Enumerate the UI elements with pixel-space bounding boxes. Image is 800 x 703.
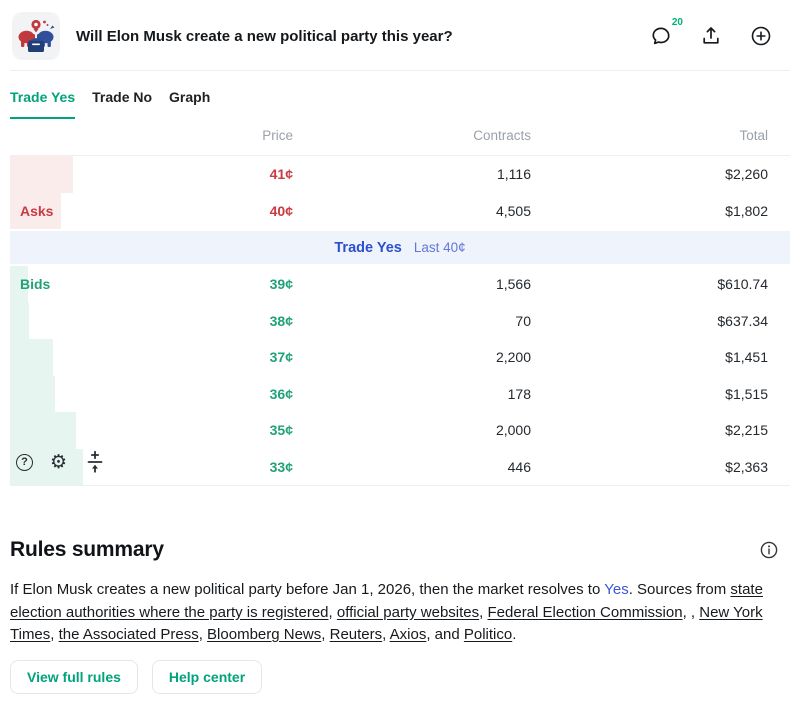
contracts-cell: 178 [293, 386, 531, 402]
rules-text-fragment: , [329, 604, 337, 621]
rules-source-link[interactable]: Reuters [330, 626, 383, 643]
contracts-cell: 1,116 [293, 166, 531, 182]
price-cell: 40¢ [10, 203, 293, 219]
orderbook-tools: ? ⚙ [16, 450, 106, 474]
asks-rows: 41¢1,116$2,260Asks40¢4,505$1,802 [0, 156, 800, 229]
total-cell: $2,260 [531, 166, 768, 182]
gear-icon: ⚙ [50, 453, 67, 472]
precision-toggle-button[interactable] [84, 450, 106, 474]
ask-row[interactable]: 41¢1,116$2,260 [10, 156, 790, 193]
last-trade-row: Trade Yes Last 40¢ [10, 231, 790, 264]
tab-trade-no[interactable]: Trade No [92, 89, 152, 119]
market-thumbnail-icon [12, 12, 60, 60]
add-to-watchlist-button[interactable] [750, 25, 772, 47]
question-mark-icon: ? [16, 454, 33, 471]
market-question-title: Will Elon Musk create a new political pa… [76, 28, 650, 45]
contracts-cell: 2,200 [293, 349, 531, 365]
rules-summary-heading: Rules summary [10, 538, 164, 562]
ask-row[interactable]: Asks40¢4,505$1,802 [10, 193, 790, 230]
contracts-cell: 446 [293, 459, 531, 475]
contracts-cell: 4,505 [293, 203, 531, 219]
total-cell: $637.34 [531, 313, 768, 329]
rules-source-link[interactable]: Federal Election Commission [488, 604, 683, 621]
tab-trade-yes[interactable]: Trade Yes [10, 89, 75, 119]
rules-source-link[interactable]: Politico [464, 626, 512, 643]
settings-button[interactable]: ⚙ [50, 453, 67, 472]
rules-text-fragment: , [321, 626, 329, 643]
rules-summary-text: If Elon Musk creates a new political par… [10, 579, 772, 647]
price-cell: 37¢ [10, 349, 293, 365]
resolve-yes-link[interactable]: Yes [604, 581, 628, 598]
orderbook-bottom-divider [10, 485, 790, 486]
share-button[interactable] [700, 25, 722, 47]
bid-row[interactable]: 33¢446$2,363 [10, 449, 790, 486]
rules-section: Rules summary If Elon Musk creates a new… [10, 538, 790, 694]
rules-text-fragment: If Elon Musk creates a new political par… [10, 581, 604, 598]
rules-text-fragment: , [199, 626, 207, 643]
total-cell: $2,363 [531, 459, 768, 475]
rules-text-fragment: , and [426, 626, 464, 643]
bid-row[interactable]: 35¢2,000$2,215 [10, 412, 790, 449]
last-trade-price-label: Last 40¢ [414, 240, 466, 255]
total-cell: $610.74 [531, 276, 768, 292]
rules-source-link[interactable]: Bloomberg News [207, 626, 321, 643]
contracts-cell: 1,566 [293, 276, 531, 292]
rules-info-button[interactable] [760, 541, 778, 559]
total-cell: $1,802 [531, 203, 768, 219]
rules-text-fragment: , [479, 604, 487, 621]
bid-row[interactable]: 38¢70$637.34 [10, 303, 790, 340]
price-cell: 39¢ [10, 276, 293, 292]
rules-text-fragment: , [382, 626, 390, 643]
bid-row[interactable]: 37¢2,200$1,451 [10, 339, 790, 376]
view-full-rules-button[interactable]: View full rules [10, 660, 138, 694]
help-center-button[interactable]: Help center [152, 660, 262, 694]
speech-bubble-icon [650, 25, 672, 47]
total-cell: $2,215 [531, 422, 768, 438]
rules-text-fragment: . Sources from [629, 581, 731, 598]
price-cell: 41¢ [10, 166, 293, 182]
price-cell: 36¢ [10, 386, 293, 402]
trade-tabs: Trade Yes Trade No Graph [0, 71, 800, 119]
orderbook: 41¢1,116$2,260Asks40¢4,505$1,802 Trade Y… [0, 156, 800, 485]
price-cell: 35¢ [10, 422, 293, 438]
rules-text-fragment: , [50, 626, 58, 643]
bids-rows: Bids39¢1,566$610.7438¢70$637.3437¢2,200$… [0, 266, 800, 485]
bid-row[interactable]: Bids39¢1,566$610.74 [10, 266, 790, 303]
contracts-cell: 2,000 [293, 422, 531, 438]
rules-source-link[interactable]: official party websites [337, 604, 479, 621]
contracts-column-header: Contracts [293, 128, 531, 143]
comments-button[interactable]: 20 [650, 25, 672, 47]
help-button[interactable]: ? [16, 454, 33, 471]
last-trade-side-label: Trade Yes [334, 240, 401, 256]
info-icon [760, 541, 778, 559]
rules-text-fragment: , , [683, 604, 700, 621]
comments-count-badge: 20 [672, 17, 683, 28]
contracts-cell: 70 [293, 313, 531, 329]
market-header: Will Elon Musk create a new political pa… [0, 0, 800, 70]
plus-circle-icon [750, 25, 772, 47]
total-cell: $1,515 [531, 386, 768, 402]
total-column-header: Total [531, 128, 768, 143]
tab-graph[interactable]: Graph [169, 89, 210, 119]
rules-source-link[interactable]: Axios [390, 626, 427, 643]
rules-text-fragment: . [512, 626, 516, 643]
orderbook-column-headers: Price Contracts Total [10, 119, 790, 156]
price-column-header: Price [10, 128, 293, 143]
price-cell: 38¢ [10, 313, 293, 329]
rules-source-link[interactable]: the Associated Press [59, 626, 199, 643]
upload-arrow-icon [700, 25, 722, 47]
total-cell: $1,451 [531, 349, 768, 365]
merge-arrows-icon [84, 450, 106, 474]
bid-row[interactable]: 36¢178$1,515 [10, 376, 790, 413]
